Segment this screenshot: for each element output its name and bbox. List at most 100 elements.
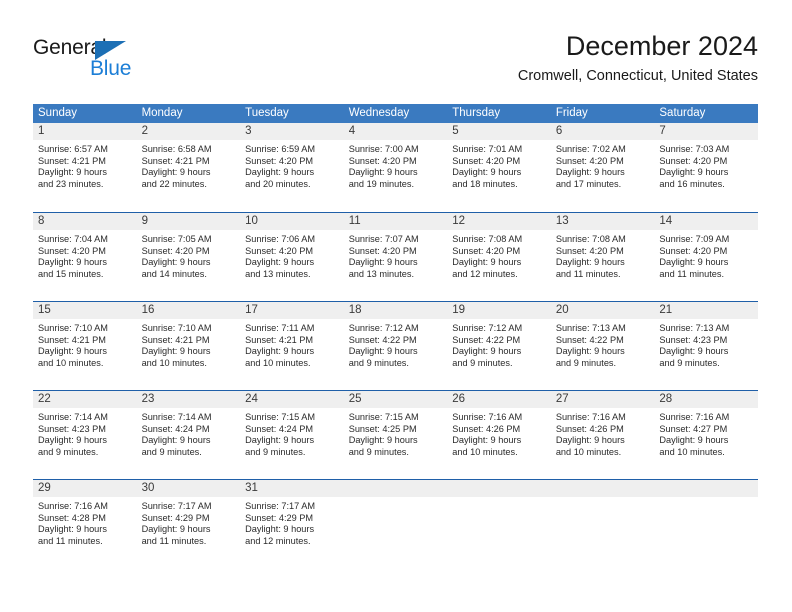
daylight-text-line1: Daylight: 9 hours: [659, 346, 729, 357]
calendar-day-cell[interactable]: 31 Sunrise: 7:17 AM Sunset: 4:29 PM Dayligh…: [240, 480, 344, 568]
sunrise-text: Sunrise: 7:15 AM: [245, 412, 316, 422]
daylight-text-line2: and 9 minutes.: [555, 357, 617, 368]
daylight-text-line1: Daylight: 9 hours: [555, 167, 625, 178]
calendar-day-cell[interactable]: 2 Sunrise: 6:58 AM Sunset: 4:21 PM Daylight…: [136, 123, 241, 212]
calendar-day-cell[interactable]: 27 Sunrise: 7:16 AM Sunset: 4:26 PM Dayligh…: [550, 391, 655, 479]
calendar-day-cell[interactable]: 18 Sunrise: 7:12 AM Sunset: 4:22 PM Dayligh…: [343, 302, 448, 390]
calendar-day-cell[interactable]: 5 Sunrise: 7:01 AM Sunset: 4:20 PM Daylight…: [447, 123, 551, 212]
calendar-day-cell[interactable]: 6 Sunrise: 7:02 AM Sunset: 4:20 PM Daylight…: [550, 123, 655, 212]
daylight-text-line1: Daylight: 9 hours: [348, 435, 418, 446]
daylight-text-line2: and 9 minutes.: [659, 357, 720, 368]
daylight-text-line2: and 12 minutes.: [452, 268, 518, 279]
calendar-day-cell[interactable]: 13 Sunrise: 7:08 AM Sunset: 4:20 PM Dayligh…: [550, 213, 655, 301]
daylight-text-line1: Daylight: 9 hours: [659, 435, 729, 446]
sunset-text: Sunset: 4:24 PM: [245, 423, 314, 434]
sunrise-text: Sunrise: 7:12 AM: [348, 323, 419, 333]
daylight-text-line2: and 10 minutes.: [245, 357, 311, 368]
daylight-text-line2: and 9 minutes.: [348, 357, 409, 368]
calendar-day-cell[interactable]: 17 Sunrise: 7:11 AM Sunset: 4:21 PM Dayligh…: [240, 302, 344, 390]
sunrise-text: Sunrise: 7:17 AM: [245, 501, 316, 511]
daylight-text-line2: and 20 minutes.: [245, 178, 311, 189]
day-sun-info: Sunrise: 7:09 AM Sunset: 4:20 PM Daylight:…: [654, 230, 758, 280]
calendar-day-cell[interactable]: 16 Sunrise: 7:10 AM Sunset: 4:21 PM Dayligh…: [136, 302, 241, 390]
day-number: 16: [136, 302, 241, 319]
sunrise-text: Sunrise: 6:57 AM: [38, 144, 108, 154]
calendar-day-cell[interactable]: 22 Sunrise: 7:14 AM Sunset: 4:23 PM Dayligh…: [33, 391, 137, 479]
daylight-text-line1: Daylight: 9 hours: [141, 346, 211, 357]
day-number: 6: [550, 123, 655, 140]
general-blue-logo[interactable]: General Blue: [33, 36, 173, 82]
sunset-text: Sunset: 4:20 PM: [452, 245, 521, 256]
sunrise-text: Sunrise: 7:08 AM: [555, 234, 626, 244]
calendar-day-cell[interactable]: 28 Sunrise: 7:16 AM Sunset: 4:27 PM Dayligh…: [654, 391, 758, 479]
daylight-text-line2: and 17 minutes.: [555, 178, 622, 189]
calendar-day-cell[interactable]: 8 Sunrise: 7:04 AM Sunset: 4:20 PM Daylight…: [33, 213, 137, 301]
calendar-day-cell[interactable]: 30 Sunrise: 7:17 AM Sunset: 4:29 PM Dayligh…: [136, 480, 241, 568]
weekday-header-wednesday: Wednesday: [348, 107, 410, 119]
calendar-day-cell[interactable]: 14 Sunrise: 7:09 AM Sunset: 4:20 PM Dayligh…: [654, 213, 758, 301]
daylight-text-line1: Daylight: 9 hours: [659, 257, 729, 268]
calendar-day-cell[interactable]: 26 Sunrise: 7:16 AM Sunset: 4:26 PM Dayligh…: [447, 391, 551, 479]
sunrise-text: Sunrise: 7:14 AM: [38, 412, 108, 422]
sunrise-text: Sunrise: 7:11 AM: [245, 323, 315, 333]
calendar-day-cell[interactable]: 15 Sunrise: 7:10 AM Sunset: 4:21 PM Dayligh…: [33, 302, 137, 390]
sunset-text: Sunset: 4:28 PM: [38, 512, 106, 523]
calendar-day-cell[interactable]: 20 Sunrise: 7:13 AM Sunset: 4:22 PM Dayligh…: [550, 302, 655, 390]
calendar-day-cell[interactable]: 25 Sunrise: 7:15 AM Sunset: 4:25 PM Dayligh…: [343, 391, 448, 479]
calendar-day-cell[interactable]: 10 Sunrise: 7:06 AM Sunset: 4:20 PM Dayligh…: [240, 213, 344, 301]
calendar-day-cell[interactable]: 9 Sunrise: 7:05 AM Sunset: 4:20 PM Daylight…: [136, 213, 241, 301]
calendar-day-cell-empty: [343, 480, 448, 568]
day-sun-info: Sunrise: 7:16 AM Sunset: 4:26 PM Daylight:…: [447, 408, 551, 458]
daylight-text-line2: and 18 minutes.: [452, 178, 518, 189]
day-number: 8: [33, 213, 137, 230]
day-sun-info: Sunrise: 7:08 AM Sunset: 4:20 PM Daylight:…: [447, 230, 551, 280]
daylight-text-line1: Daylight: 9 hours: [141, 167, 211, 178]
sunrise-text: Sunrise: 7:15 AM: [348, 412, 419, 422]
sunset-text: Sunset: 4:29 PM: [245, 512, 314, 523]
calendar-day-cell[interactable]: 1 Sunrise: 6:57 AM Sunset: 4:21 PM Daylight…: [33, 123, 137, 212]
daylight-text-line1: Daylight: 9 hours: [452, 167, 522, 178]
calendar-day-cell[interactable]: 4 Sunrise: 7:00 AM Sunset: 4:20 PM Daylight…: [343, 123, 448, 212]
calendar-day-cell[interactable]: 12 Sunrise: 7:08 AM Sunset: 4:20 PM Dayligh…: [447, 213, 551, 301]
daylight-text-line1: Daylight: 9 hours: [348, 167, 418, 178]
sunrise-text: Sunrise: 7:16 AM: [659, 412, 730, 422]
day-sun-info: Sunrise: 7:15 AM Sunset: 4:24 PM Daylight:…: [240, 408, 344, 458]
daylight-text-line2: and 9 minutes.: [38, 446, 99, 457]
daylight-text-line2: and 13 minutes.: [348, 268, 415, 279]
daylight-text-line2: and 10 minutes.: [38, 357, 104, 368]
day-number: [550, 480, 655, 497]
calendar-day-cell[interactable]: 7 Sunrise: 7:03 AM Sunset: 4:20 PM Daylight…: [654, 123, 758, 212]
sunset-text: Sunset: 4:22 PM: [348, 334, 417, 345]
calendar-day-cell[interactable]: 29 Sunrise: 7:16 AM Sunset: 4:28 PM Dayligh…: [33, 480, 137, 568]
sunrise-text: Sunrise: 7:08 AM: [452, 234, 523, 244]
sunrise-text: Sunrise: 7:01 AM: [452, 144, 523, 154]
calendar-day-cell[interactable]: 23 Sunrise: 7:14 AM Sunset: 4:24 PM Dayligh…: [136, 391, 241, 479]
calendar-day-cell[interactable]: 21 Sunrise: 7:13 AM Sunset: 4:23 PM Dayligh…: [654, 302, 758, 390]
sunset-text: Sunset: 4:20 PM: [555, 245, 624, 256]
daylight-text-line1: Daylight: 9 hours: [245, 257, 315, 268]
day-number: 18: [343, 302, 448, 319]
calendar-header-row: Sunday Monday Tuesday Wednesday Thursday…: [33, 104, 758, 123]
daylight-text-line2: and 10 minutes.: [452, 446, 518, 457]
daylight-text-line1: Daylight: 9 hours: [141, 257, 211, 268]
calendar-day-cell[interactable]: 3 Sunrise: 6:59 AM Sunset: 4:20 PM Daylight…: [240, 123, 344, 212]
calendar-day-cell-empty: [654, 480, 758, 568]
calendar-day-cell[interactable]: 24 Sunrise: 7:15 AM Sunset: 4:24 PM Dayligh…: [240, 391, 344, 479]
calendar-day-cell[interactable]: 11 Sunrise: 7:07 AM Sunset: 4:20 PM Dayligh…: [343, 213, 448, 301]
day-number: 22: [33, 391, 137, 408]
daylight-text-line2: and 10 minutes.: [141, 357, 207, 368]
daylight-text-line1: Daylight: 9 hours: [452, 257, 522, 268]
day-number: 11: [343, 213, 448, 230]
day-sun-info: Sunrise: 7:15 AM Sunset: 4:25 PM Daylight:…: [344, 408, 448, 458]
sunrise-text: Sunrise: 7:04 AM: [38, 234, 108, 244]
daylight-text-line2: and 16 minutes.: [659, 178, 725, 189]
sunset-text: Sunset: 4:24 PM: [141, 423, 210, 434]
calendar-day-cell[interactable]: 19 Sunrise: 7:12 AM Sunset: 4:22 PM Dayligh…: [447, 302, 551, 390]
daylight-text-line1: Daylight: 9 hours: [38, 524, 107, 535]
sunset-text: Sunset: 4:22 PM: [452, 334, 521, 345]
day-number: 20: [550, 302, 655, 319]
weekday-header-thursday: Thursday: [452, 107, 501, 119]
daylight-text-line2: and 14 minutes.: [141, 268, 207, 279]
day-number: [447, 480, 551, 497]
day-sun-info: Sunrise: 7:17 AM Sunset: 4:29 PM Daylight:…: [240, 497, 344, 547]
